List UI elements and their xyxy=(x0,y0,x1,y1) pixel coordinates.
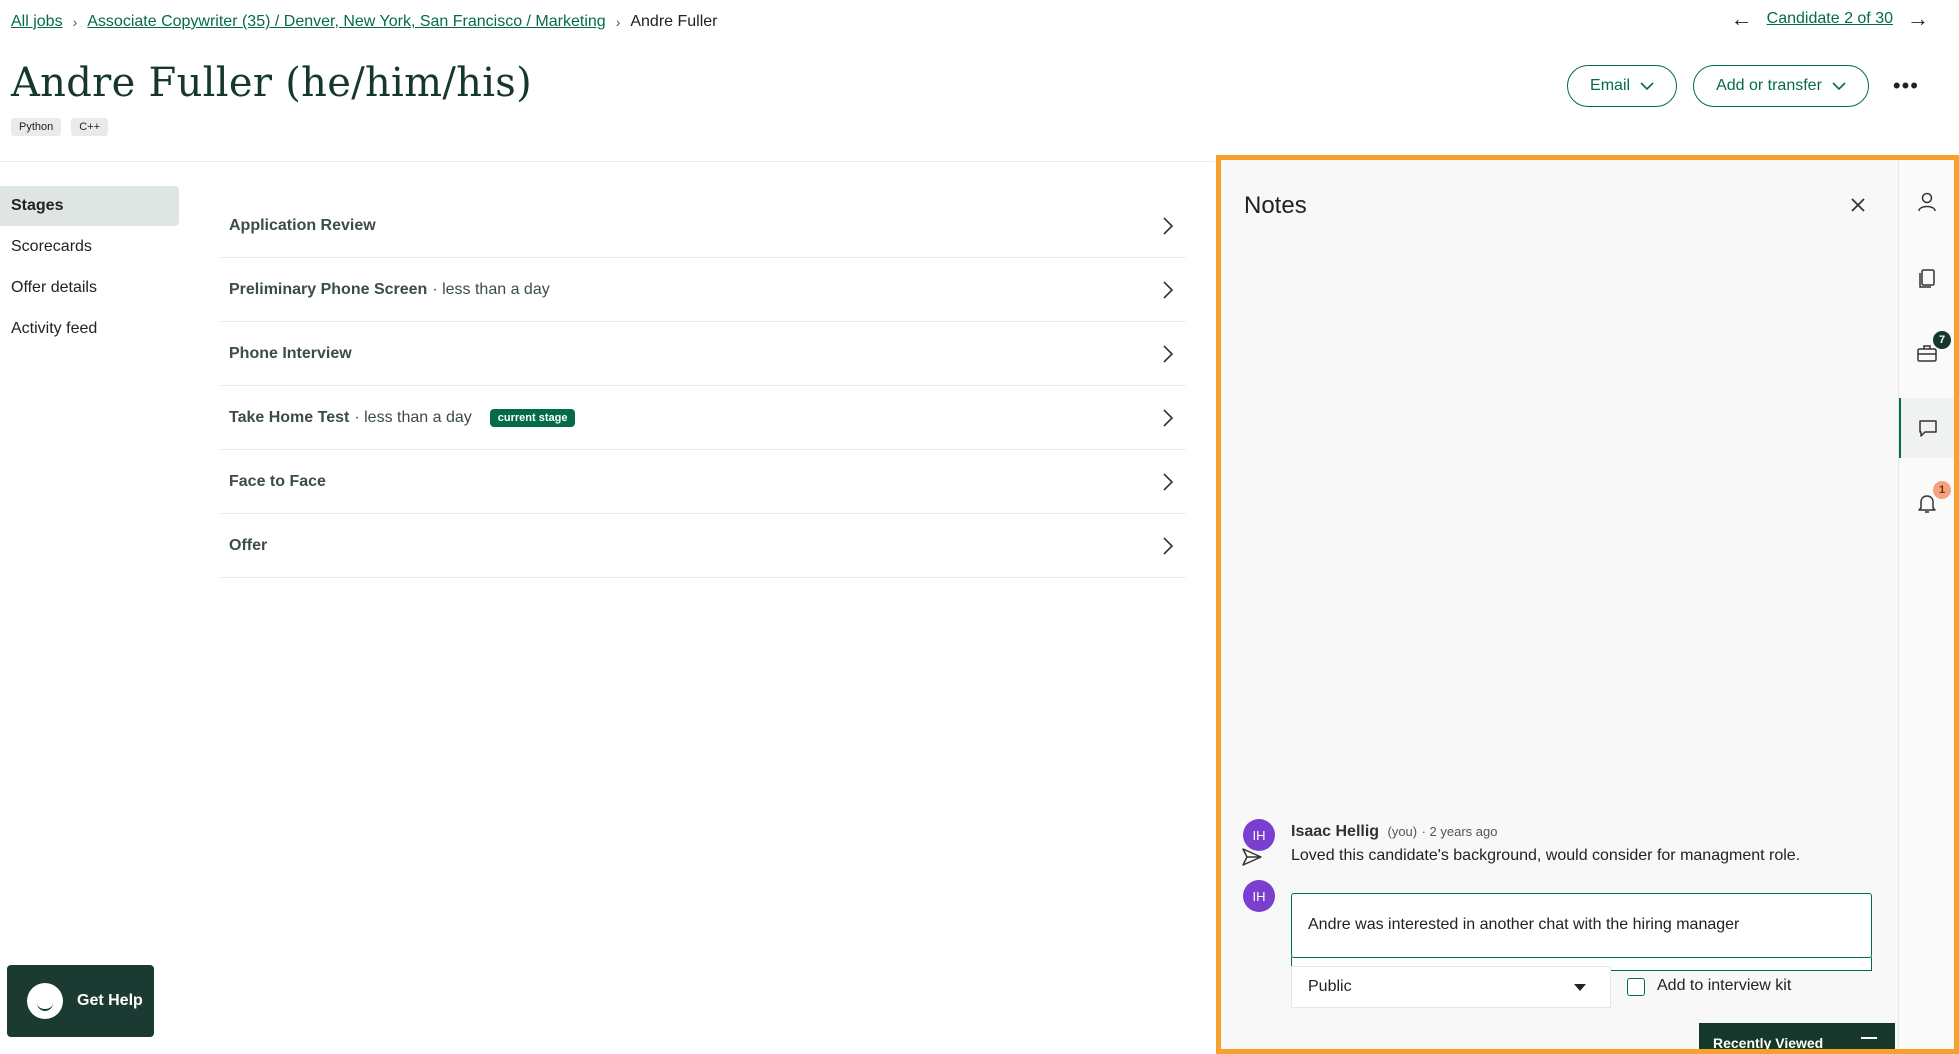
stage-name: Take Home Test xyxy=(229,408,350,426)
chevron-right-icon xyxy=(1163,473,1174,491)
stage-duration: · less than a day xyxy=(354,408,472,426)
add-to-interview-kit-label: Add to interview kit xyxy=(1657,977,1792,994)
nav-item-activity-feed[interactable]: Activity feed xyxy=(0,309,179,349)
chevron-down-icon xyxy=(1640,82,1654,91)
stage-name: Face to Face xyxy=(229,472,326,490)
rail-profile[interactable] xyxy=(1899,172,1954,232)
documents-icon xyxy=(1919,269,1935,288)
chevron-right-icon xyxy=(1163,281,1174,299)
chevron-right-icon xyxy=(1163,409,1174,427)
get-help-button[interactable]: Get Help xyxy=(7,965,154,1037)
stage-row[interactable]: Phone Interview xyxy=(220,322,1186,386)
minimize-icon[interactable] xyxy=(1861,1037,1877,1039)
stage-name: Application Review xyxy=(229,216,376,234)
note-author: Isaac Hellig (you) · 2 years ago xyxy=(1291,823,1497,841)
chevron-down-icon xyxy=(1832,82,1846,91)
stage-duration: · less than a day xyxy=(432,280,550,298)
breadcrumb: All jobs › Associate Copywriter (35) / D… xyxy=(11,10,718,34)
rail-jobs[interactable]: 7 xyxy=(1899,323,1954,383)
note-body: Loved this candidate's background, would… xyxy=(1291,847,1801,864)
candidate-section-nav: Stages Scorecards Offer details Activity… xyxy=(0,186,179,350)
tag: Python xyxy=(11,118,62,136)
get-help-label: Get Help xyxy=(77,992,143,1009)
jobs-count-badge: 7 xyxy=(1933,331,1951,349)
comment-icon xyxy=(1919,420,1937,437)
candidate-name: Andre Fuller (he/him/his) xyxy=(11,60,533,106)
recently-viewed-bar[interactable]: Recently Viewed xyxy=(1699,1023,1895,1051)
stage-name: Offer xyxy=(229,536,268,554)
rail-documents[interactable] xyxy=(1899,248,1954,308)
candidate-position-link[interactable]: Candidate 2 of 30 xyxy=(1767,10,1893,28)
note-timestamp: · 2 years ago xyxy=(1421,824,1498,839)
stage-name: Preliminary Phone Screen xyxy=(229,280,428,298)
breadcrumb-job[interactable]: Associate Copywriter (35) / Denver, New … xyxy=(87,13,605,31)
candidate-navigation: ← Candidate 2 of 30 → xyxy=(1731,8,1929,30)
header-divider xyxy=(0,161,1215,162)
email-button[interactable]: Email xyxy=(1567,65,1678,107)
stage-row[interactable]: Face to Face xyxy=(220,450,1186,514)
note-text-input[interactable]: Andre was interested in another chat wit… xyxy=(1291,893,1872,958)
note-author-name: Isaac Hellig xyxy=(1291,823,1380,840)
close-icon[interactable] xyxy=(1848,195,1868,215)
avatar: IH xyxy=(1243,880,1275,912)
nav-item-offer-details[interactable]: Offer details xyxy=(0,268,179,308)
next-candidate-arrow-icon[interactable]: → xyxy=(1907,8,1929,30)
nav-item-scorecards[interactable]: Scorecards xyxy=(0,227,179,267)
rail-notes[interactable] xyxy=(1899,398,1954,458)
add-or-transfer-label: Add or transfer xyxy=(1716,77,1822,94)
chevron-right-icon xyxy=(1163,217,1174,235)
breadcrumb-all-jobs[interactable]: All jobs xyxy=(11,13,63,31)
candidate-tags: Python C++ xyxy=(11,118,109,136)
notifications-count-badge: 1 xyxy=(1933,481,1951,499)
add-or-transfer-button[interactable]: Add or transfer xyxy=(1693,65,1869,107)
nav-item-stages[interactable]: Stages xyxy=(0,186,179,226)
breadcrumb-separator: › xyxy=(72,14,78,30)
chevron-right-icon xyxy=(1163,537,1174,555)
more-options-icon[interactable]: ••• xyxy=(1885,73,1927,99)
visibility-select[interactable]: Public xyxy=(1291,966,1611,1008)
stage-row[interactable]: Take Home Test · less than a day current… xyxy=(220,386,1186,450)
breadcrumb-current: Andre Fuller xyxy=(630,13,718,30)
visibility-value: Public xyxy=(1308,978,1352,995)
send-icon[interactable] xyxy=(1241,846,1263,868)
current-stage-badge: current stage xyxy=(489,408,576,427)
stage-row[interactable]: Preliminary Phone Screen · less than a d… xyxy=(220,258,1186,322)
stages-list: Application Review Preliminary Phone Scr… xyxy=(220,194,1186,578)
breadcrumb-separator: › xyxy=(615,14,621,30)
stage-row[interactable]: Offer xyxy=(220,514,1186,578)
notes-panel: Notes IH Isaac Hellig (you) · 2 years ag… xyxy=(1216,155,1959,1054)
add-to-interview-kit-checkbox[interactable] xyxy=(1627,978,1645,996)
caret-down-icon xyxy=(1574,984,1586,991)
side-rail: 7 1 xyxy=(1898,160,1954,1049)
notes-title: Notes xyxy=(1244,192,1307,219)
previous-candidate-arrow-icon[interactable]: ← xyxy=(1731,8,1753,30)
chat-bubble-icon xyxy=(27,983,63,1019)
stage-row[interactable]: Application Review xyxy=(220,194,1186,258)
chevron-right-icon xyxy=(1163,345,1174,363)
header-actions: Email Add or transfer ••• xyxy=(1567,65,1927,107)
stage-name: Phone Interview xyxy=(229,344,352,362)
note-author-you: (you) xyxy=(1387,824,1418,839)
email-button-label: Email xyxy=(1590,77,1631,94)
person-icon xyxy=(1918,192,1936,212)
recently-viewed-label: Recently Viewed xyxy=(1713,1035,1824,1051)
rail-notifications[interactable]: 1 xyxy=(1899,473,1954,533)
tag: C++ xyxy=(71,118,109,136)
